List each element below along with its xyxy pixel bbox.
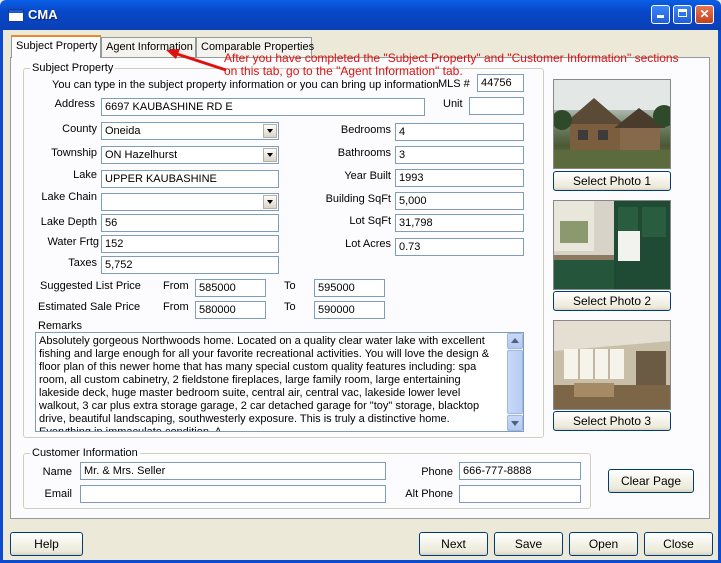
- township-label: Township: [51, 147, 97, 159]
- intro-text: You can type in the subject property inf…: [52, 79, 439, 91]
- kitchen-icon: [554, 201, 670, 289]
- suggested-price-label: Suggested List Price: [40, 280, 141, 292]
- chevron-down-icon: [511, 421, 519, 426]
- address-input[interactable]: 6697 KAUBASHINE RD E: [101, 98, 425, 116]
- lot-acres-input[interactable]: 0.73: [395, 238, 524, 256]
- county-select[interactable]: Oneida: [101, 122, 279, 140]
- lake-input[interactable]: UPPER KAUBASHINE: [101, 170, 279, 188]
- remarks-textarea[interactable]: Absolutely gorgeous Northwoods home. Loc…: [35, 332, 524, 432]
- lake-chain-select[interactable]: [101, 193, 279, 211]
- window-icon: [8, 9, 24, 22]
- county-label: County: [62, 123, 97, 135]
- lot-acres-label: Lot Acres: [345, 238, 391, 250]
- title-bar[interactable]: [0, 0, 721, 30]
- bathrooms-input[interactable]: 3: [395, 146, 524, 164]
- subject-property-group-label: Subject Property: [30, 62, 116, 74]
- name-input[interactable]: Mr. & Mrs. Seller: [80, 462, 386, 480]
- close-button[interactable]: Close: [644, 532, 713, 556]
- email-input[interactable]: [80, 485, 386, 503]
- save-button[interactable]: Save: [494, 532, 563, 556]
- maximize-icon: [678, 9, 687, 17]
- estimated-to-label: To: [284, 301, 296, 313]
- lake-chain-label: Lake Chain: [41, 191, 97, 203]
- alt-phone-input[interactable]: [459, 485, 581, 503]
- township-select[interactable]: ON Hazelhurst: [101, 146, 279, 164]
- open-button[interactable]: Open: [569, 532, 638, 556]
- lake-label: Lake: [73, 169, 97, 181]
- unit-label: Unit: [443, 98, 463, 110]
- instruction-annotation: After you have completed the "Subject Pr…: [224, 52, 679, 78]
- property-photo-3: [553, 320, 671, 410]
- select-photo-1-button[interactable]: Select Photo 1: [553, 171, 671, 191]
- clear-page-button[interactable]: Clear Page: [608, 469, 694, 493]
- taxes-label: Taxes: [68, 257, 97, 269]
- close-icon: ✕: [699, 7, 710, 21]
- water-frtg-label: Water Frtg: [47, 236, 99, 248]
- remarks-scrollbar[interactable]: [507, 333, 523, 431]
- alt-phone-label: Alt Phone: [405, 488, 453, 500]
- house-exterior-icon: [554, 80, 670, 168]
- bedrooms-input[interactable]: 4: [395, 123, 524, 141]
- living-room-icon: [554, 321, 670, 409]
- year-built-input[interactable]: 1993: [395, 169, 524, 187]
- year-built-label: Year Built: [344, 170, 391, 182]
- unit-input[interactable]: [469, 97, 524, 115]
- tab-subject-property[interactable]: Subject Property: [11, 35, 101, 58]
- suggested-to-input[interactable]: 595000: [314, 279, 385, 297]
- lake-depth-input[interactable]: 56: [101, 214, 279, 232]
- mls-label: MLS #: [438, 78, 470, 90]
- chevron-down-icon[interactable]: [263, 148, 277, 162]
- suggested-from-input[interactable]: 585000: [195, 279, 266, 297]
- window-title: CMA: [28, 7, 58, 22]
- chevron-down-icon[interactable]: [263, 195, 277, 209]
- minimize-button[interactable]: [651, 5, 670, 24]
- estimated-from-label: From: [163, 301, 189, 313]
- water-frtg-input[interactable]: 152: [101, 235, 279, 253]
- annotation-arrow-icon: [166, 49, 227, 72]
- taxes-input[interactable]: 5,752: [101, 256, 279, 274]
- building-sqft-label: Building SqFt: [325, 193, 391, 205]
- chevron-down-icon[interactable]: [263, 124, 277, 138]
- scroll-thumb[interactable]: [507, 350, 523, 414]
- scroll-up-button[interactable]: [507, 333, 523, 349]
- address-label: Address: [54, 98, 95, 110]
- estimated-from-input[interactable]: 580000: [195, 301, 266, 319]
- minimize-icon: [657, 15, 664, 18]
- phone-input[interactable]: 666-777-8888: [459, 462, 581, 480]
- suggested-from-label: From: [163, 280, 189, 292]
- building-sqft-input[interactable]: 5,000: [395, 192, 524, 210]
- remarks-label: Remarks: [38, 320, 83, 332]
- estimated-to-input[interactable]: 590000: [314, 301, 385, 319]
- help-button[interactable]: Help: [10, 532, 83, 556]
- scroll-down-button[interactable]: [507, 415, 523, 431]
- suggested-to-label: To: [284, 280, 296, 292]
- email-label: Email: [44, 488, 72, 500]
- maximize-button[interactable]: [673, 5, 692, 24]
- county-value: Oneida: [105, 125, 141, 137]
- annotation-line-2: on this tab, go to the "Agent Informatio…: [224, 64, 463, 78]
- lot-sqft-input[interactable]: 31,798: [395, 214, 524, 232]
- chevron-up-icon: [511, 338, 519, 343]
- bedrooms-label: Bedrooms: [340, 124, 391, 136]
- select-photo-3-button[interactable]: Select Photo 3: [553, 411, 671, 431]
- property-photo-1: [553, 79, 671, 169]
- lake-depth-label: Lake Depth: [40, 216, 97, 228]
- close-window-button[interactable]: ✕: [695, 5, 714, 24]
- phone-label: Phone: [421, 466, 453, 478]
- township-value: ON Hazelhurst: [105, 149, 178, 161]
- next-button[interactable]: Next: [419, 532, 488, 556]
- customer-information-group-label: Customer Information: [30, 447, 140, 459]
- name-label: Name: [42, 466, 72, 478]
- property-photo-2: [553, 200, 671, 290]
- estimated-price-label: Estimated Sale Price: [38, 301, 141, 313]
- bathrooms-label: Bathrooms: [337, 147, 391, 159]
- lot-sqft-label: Lot SqFt: [349, 215, 391, 227]
- select-photo-2-button[interactable]: Select Photo 2: [553, 291, 671, 311]
